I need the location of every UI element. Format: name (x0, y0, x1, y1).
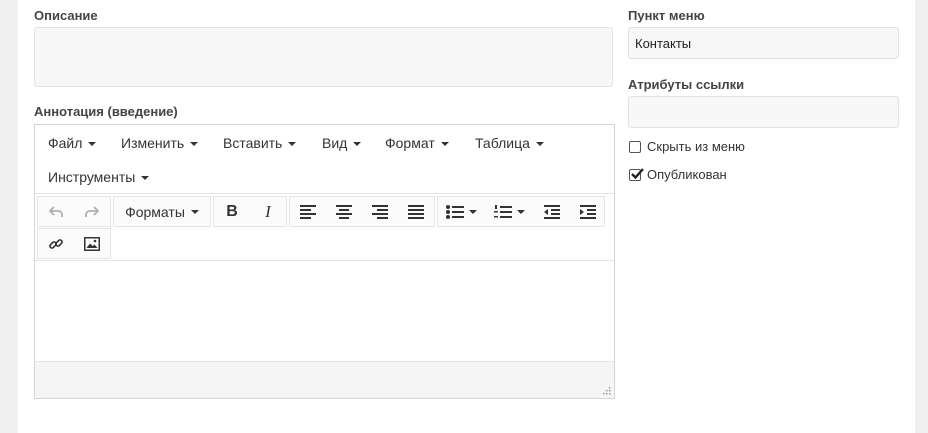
list-group (437, 196, 605, 227)
align-justify-button[interactable] (398, 197, 434, 226)
checkmark-icon (631, 167, 644, 179)
link-attributes-label: Атрибуты ссылки (628, 77, 745, 92)
formats-dropdown[interactable]: Форматы (114, 197, 210, 226)
align-center-icon (336, 204, 352, 219)
description-field[interactable] (34, 27, 613, 87)
menu-insert[interactable]: Вставить (223, 135, 297, 151)
menu-item-field[interactable]: Контакты (628, 27, 899, 59)
hide-from-menu-checkbox-row[interactable]: Скрыть из меню (629, 139, 745, 154)
undo-button[interactable] (38, 197, 74, 226)
menu-file[interactable]: Файл (48, 135, 97, 151)
outdent-icon (544, 204, 560, 219)
align-left-icon (300, 204, 316, 219)
resize-handle-icon[interactable] (602, 386, 611, 395)
menu-tools-label: Инструменты (48, 169, 136, 185)
link-button[interactable] (38, 229, 74, 258)
menu-item-value: Контакты (635, 36, 692, 51)
image-icon (84, 236, 100, 251)
chevron-down-icon (190, 209, 199, 214)
chevron-down-icon (535, 142, 544, 147)
chevron-down-icon (88, 142, 97, 147)
image-button[interactable] (74, 229, 110, 258)
numbered-list-icon (493, 204, 512, 218)
redo-button[interactable] (74, 197, 110, 226)
menu-file-label: Файл (48, 135, 83, 151)
italic-button[interactable]: I (250, 197, 286, 226)
editor-toolbar: Форматы B I (35, 194, 614, 261)
numbered-list-button[interactable] (486, 197, 532, 226)
align-left-button[interactable] (290, 197, 326, 226)
menu-view[interactable]: Вид (322, 135, 362, 151)
published-checkbox-row[interactable]: Опубликован (629, 167, 727, 182)
indent-button[interactable] (570, 197, 606, 226)
menu-item-label: Пункт меню (628, 8, 705, 23)
history-group (37, 196, 111, 227)
outdent-button[interactable] (534, 197, 570, 226)
menu-insert-label: Вставить (223, 135, 283, 151)
link-icon (49, 238, 63, 249)
bold-button[interactable]: B (214, 197, 250, 226)
bullet-list-button[interactable] (438, 197, 484, 226)
redo-icon (85, 205, 100, 217)
chevron-down-icon (353, 142, 362, 147)
chevron-down-icon (468, 209, 477, 214)
indent-icon (580, 204, 596, 219)
hide-from-menu-label: Скрыть из меню (647, 139, 745, 154)
menu-table[interactable]: Таблица (475, 135, 544, 151)
menu-table-label: Таблица (475, 135, 530, 151)
chevron-down-icon (440, 142, 449, 147)
formats-group: Форматы (113, 196, 211, 227)
alignment-group (289, 196, 435, 227)
align-right-button[interactable] (362, 197, 398, 226)
chevron-down-icon (516, 209, 525, 214)
editor-statusbar (35, 361, 614, 398)
published-checkbox[interactable] (629, 167, 644, 181)
editor-menubar: Файл Изменить Вставить Вид Формат Таблиц… (35, 125, 614, 194)
text-style-group: B I (213, 196, 287, 227)
link-attributes-field[interactable] (628, 96, 899, 128)
insert-group (37, 228, 111, 259)
bullet-list-icon (445, 204, 464, 219)
undo-icon (48, 205, 63, 217)
align-center-button[interactable] (326, 197, 362, 226)
menu-view-label: Вид (322, 135, 348, 151)
menu-edit[interactable]: Изменить (121, 135, 199, 151)
hide-from-menu-checkbox[interactable] (629, 140, 641, 153)
editor-content[interactable] (35, 261, 614, 361)
align-justify-icon (408, 204, 424, 219)
chevron-down-icon (288, 142, 297, 147)
menu-format-label: Формат (385, 135, 435, 151)
description-label: Описание (34, 8, 98, 23)
chevron-down-icon (141, 176, 150, 181)
menu-format[interactable]: Формат (385, 135, 449, 151)
chevron-down-icon (190, 142, 199, 147)
formats-label: Форматы (125, 203, 185, 220)
published-label: Опубликован (647, 167, 727, 182)
menu-edit-label: Изменить (121, 135, 185, 151)
align-right-icon (372, 204, 388, 219)
menu-tools[interactable]: Инструменты (48, 169, 150, 185)
rich-text-editor: Файл Изменить Вставить Вид Формат Таблиц… (34, 124, 615, 399)
annotation-label: Аннотация (введение) (34, 104, 178, 119)
